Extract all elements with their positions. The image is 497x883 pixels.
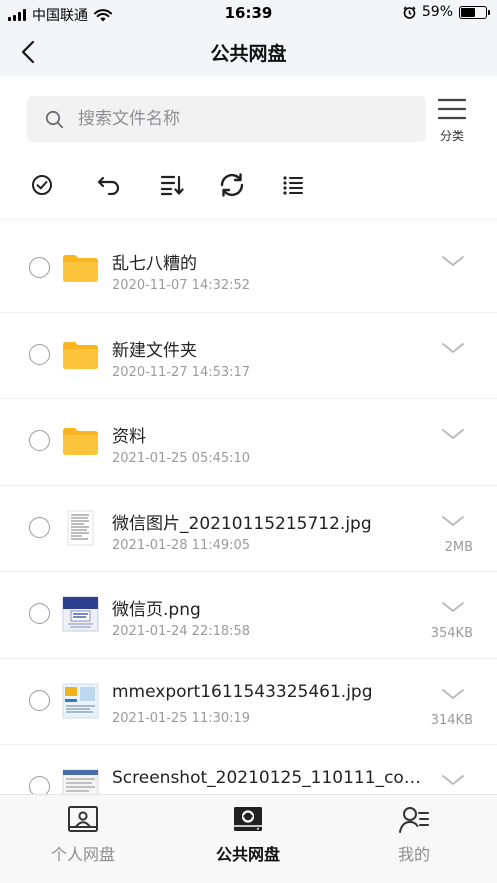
toolbar — [0, 160, 497, 216]
file-date: 2020-11-27 14:53:17 — [112, 364, 251, 380]
sort-icon — [160, 175, 184, 196]
status-right: 59% — [403, 4, 490, 20]
select-radio[interactable] — [29, 516, 50, 538]
list-item[interactable]: 新建文件夹 2020-11-27 14:53:17 — [0, 313, 497, 399]
image-thumbnail-icon — [62, 769, 99, 794]
file-name: 新建文件夹 — [112, 340, 197, 361]
chevron-down-icon[interactable] — [440, 252, 466, 270]
file-date: 2021-01-25 11:30:19 — [112, 710, 251, 726]
battery-percent: 59% — [421, 4, 453, 20]
chevron-down-icon[interactable] — [440, 512, 466, 530]
select-radio[interactable] — [29, 689, 50, 711]
file-date: 2020-11-07 14:32:52 — [112, 278, 251, 293]
folder-icon — [63, 428, 98, 455]
chevron-down-icon[interactable] — [440, 685, 466, 703]
file-size: 314KB — [430, 712, 473, 728]
check-circle-icon — [32, 175, 52, 195]
file-name: 微信图片_20210115215712.jpg — [112, 513, 372, 534]
sort-button[interactable] — [157, 170, 187, 200]
chevron-down-icon[interactable] — [440, 339, 466, 357]
list-item[interactable]: 资料 2021-01-25 05:45:10 — [0, 399, 497, 486]
tab-label: 个人网盘 — [50, 845, 115, 864]
battery-icon — [459, 5, 490, 19]
image-thumbnail-icon — [67, 510, 94, 545]
select-radio[interactable] — [29, 257, 50, 278]
file-date: 2021-01-25 05:45:10 — [112, 451, 251, 466]
public-drive-icon — [234, 807, 262, 831]
chevron-down-icon[interactable] — [440, 771, 466, 789]
select-radio[interactable] — [29, 603, 50, 624]
toolbar-divider — [0, 218, 497, 226]
search-box[interactable] — [27, 96, 426, 142]
personal-drive-icon — [68, 806, 98, 832]
status-bar: 中国联通 16:39 59% — [0, 0, 497, 28]
file-list: 乱七八糟的 2020-11-07 14:32:52 新建文件夹 2020-11-… — [0, 226, 497, 794]
refresh-button[interactable] — [217, 170, 247, 200]
tab-profile[interactable]: 我的 — [359, 805, 469, 865]
list-icon — [283, 176, 303, 195]
select-all-button[interactable] — [27, 170, 57, 200]
list-item[interactable]: Screenshot_20210125_110111_com.te... — [0, 745, 497, 794]
select-radio[interactable] — [29, 430, 50, 451]
profile-icon — [399, 807, 429, 833]
file-name: 乱七八糟的 — [112, 254, 197, 274]
file-name: mmexport1611543325461.jpg — [112, 681, 373, 702]
file-name: Screenshot_20210125_110111_com.te... — [112, 768, 437, 788]
file-size: 354KB — [430, 626, 473, 641]
image-thumbnail-icon — [62, 683, 99, 718]
tab-bar: 个人网盘 公共网盘 我的 — [0, 794, 497, 883]
select-radio[interactable] — [29, 776, 50, 794]
battery-fill — [461, 7, 476, 17]
file-date: 2021-01-28 11:49:05 — [112, 537, 251, 553]
folder-icon — [63, 255, 98, 282]
refresh-icon — [220, 173, 244, 197]
file-name: 资料 — [112, 427, 146, 447]
chevron-down-icon[interactable] — [440, 598, 466, 616]
list-item[interactable]: mmexport1611543325461.jpg 2021-01-25 11:… — [0, 659, 497, 745]
search-icon — [45, 110, 64, 128]
chevron-down-icon[interactable] — [440, 425, 466, 443]
tab-label: 我的 — [397, 845, 430, 864]
nav-bar: 公共网盘 — [0, 28, 497, 76]
tab-public-drive[interactable]: 公共网盘 — [193, 805, 303, 865]
search-input[interactable] — [78, 109, 398, 129]
image-thumbnail-icon — [62, 596, 99, 632]
classify-label: 分类 — [439, 129, 464, 143]
tab-label: 公共网盘 — [215, 845, 280, 864]
search-area: 分类 — [0, 76, 497, 152]
file-date: 2021-01-24 22:18:58 — [112, 624, 251, 639]
list-item[interactable]: 乱七八糟的 2020-11-07 14:32:52 — [0, 226, 497, 313]
folder-icon — [63, 341, 98, 369]
file-size: 2MB — [444, 539, 473, 555]
menu-lines-icon — [437, 98, 467, 120]
classify-button[interactable]: 分类 — [434, 98, 470, 144]
tab-personal-drive[interactable]: 个人网盘 — [28, 805, 138, 865]
page-title: 公共网盘 — [210, 43, 287, 65]
undo-icon — [97, 176, 120, 195]
undo-button[interactable] — [94, 170, 124, 200]
list-item[interactable]: 微信页.png 2021-01-24 22:18:58 354KB — [0, 572, 497, 659]
list-view-button[interactable] — [278, 170, 308, 200]
select-radio[interactable] — [29, 343, 50, 365]
alarm-icon — [403, 5, 416, 19]
list-item[interactable]: 微信图片_20210115215712.jpg 2021-01-28 11:49… — [0, 486, 497, 572]
file-name: 微信页.png — [112, 600, 201, 620]
